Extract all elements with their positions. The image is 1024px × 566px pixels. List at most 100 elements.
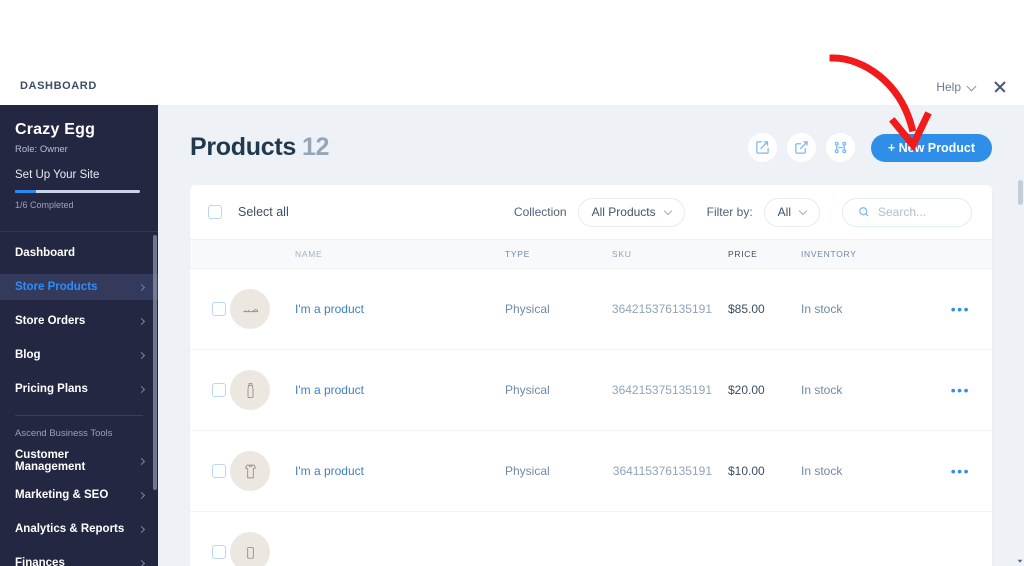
sidebar-item-label: Store Orders (15, 315, 86, 327)
sidebar-item-label: Pricing Plans (15, 383, 88, 395)
sidebar-scrollbar[interactable] (153, 235, 157, 490)
product-sku: 364215375135191 (611, 383, 712, 397)
product-inventory: In stock (801, 383, 843, 397)
sidebar-item-blog[interactable]: Blog (0, 342, 158, 368)
export-icon[interactable] (786, 133, 816, 162)
sidebar-item-marketing-seo[interactable]: Marketing & SEO (0, 482, 158, 508)
product-price: $20.00 (728, 383, 765, 397)
filters-bar: Select all Collection All Products Filte… (190, 185, 992, 239)
sidebar-item-customer-management[interactable]: Customer Management (0, 448, 158, 474)
setup-progress-fill (15, 190, 37, 193)
filter-by-dropdown[interactable]: All (763, 197, 820, 227)
chevron-right-icon (138, 457, 146, 465)
sidebar-section-title: Ascend Business Tools (15, 428, 113, 439)
product-sku: 364215376135191 (611, 302, 712, 316)
sidebar-item-label: Customer Management (15, 449, 86, 473)
page-scrollbar-thumb[interactable] (1018, 180, 1023, 205)
sidebar-item-label: Blog (15, 349, 41, 361)
close-icon[interactable] (992, 79, 1008, 95)
sidebar: Crazy Egg Role: Owner Set Up Your Site 1… (0, 105, 158, 566)
products-card: Select all Collection All Products Filte… (190, 185, 992, 566)
product-name[interactable]: I'm a product (295, 464, 505, 478)
shoe-icon (242, 308, 258, 312)
top-bar: DASHBOARD Help (0, 0, 1024, 105)
sidebar-item-store-products[interactable]: Store Products (0, 274, 158, 300)
column-header-type: TYPE (505, 249, 531, 259)
table-row[interactable]: I'm a product Physical 364215376135191 $… (190, 269, 992, 350)
page-scrollbar-track[interactable] (1017, 178, 1024, 566)
collection-label: Collection (513, 205, 567, 219)
product-price: $10.00 (728, 464, 765, 478)
column-header-name: NAME (295, 249, 323, 259)
setup-site-link[interactable]: Set Up Your Site (15, 169, 143, 181)
search-icon (859, 207, 869, 217)
connect-icon[interactable] (825, 133, 855, 162)
chevron-right-icon (137, 525, 146, 533)
chevron-right-icon (137, 351, 146, 359)
column-header-inventory: INVENTORY (801, 249, 857, 259)
sidebar-item-label: Marketing & SEO (15, 489, 109, 501)
table-row[interactable]: I'm a product Physical 364215375135191 $… (190, 350, 992, 431)
brand-name: Crazy Egg (15, 121, 96, 138)
chevron-right-icon (137, 385, 146, 393)
filter-by-label: Filter by: (706, 205, 753, 219)
product-type: Physical (505, 464, 550, 478)
chevron-right-icon (137, 283, 146, 291)
sidebar-nav: Dashboard Store Products Store Orders Bl… (0, 232, 158, 566)
search-input[interactable] (878, 205, 956, 219)
sidebar-item-dashboard[interactable]: Dashboard (0, 240, 158, 266)
product-type: Physical (505, 383, 550, 397)
sidebar-item-store-orders[interactable]: Store Orders (0, 308, 158, 334)
product-inventory: In stock (801, 302, 843, 316)
row-checkbox[interactable] (212, 383, 226, 397)
more-options-icon[interactable]: ••• (951, 301, 970, 317)
scroll-down-arrow-icon[interactable] (1017, 558, 1023, 564)
table-row[interactable]: I'm a product Physical 364115376135191 $… (190, 431, 992, 512)
sidebar-item-analytics-reports[interactable]: Analytics & Reports (0, 516, 158, 542)
column-header-price: PRICE (728, 249, 758, 259)
sidebar-header: Crazy Egg Role: Owner Set Up Your Site 1… (0, 105, 158, 220)
product-inventory: In stock (801, 464, 843, 478)
dashboard-page: DASHBOARD Help Crazy Egg Role: Owner Set… (0, 0, 1024, 566)
sidebar-section-divider (15, 415, 143, 416)
row-checkbox[interactable] (212, 302, 226, 316)
product-type: Physical (505, 302, 550, 316)
sidebar-item-finances[interactable]: Finances (0, 550, 158, 566)
product-thumbnail (230, 370, 270, 410)
table-row[interactable] (190, 512, 992, 566)
sidebar-item-label: Dashboard (15, 247, 76, 259)
import-icon[interactable] (747, 133, 777, 162)
bottle-icon (247, 382, 253, 398)
select-all-label[interactable]: Select all (238, 205, 289, 219)
filter-controls: Collection All Products Filter by: All (513, 197, 972, 227)
chevron-down-icon (663, 206, 672, 215)
sidebar-item-label: Analytics & Reports (15, 523, 125, 535)
product-thumbnail (230, 289, 270, 329)
sidebar-item-pricing-plans[interactable]: Pricing Plans (0, 376, 158, 402)
product-name[interactable]: I'm a product (295, 302, 505, 316)
page-title-text: Products (190, 133, 296, 161)
new-product-button[interactable]: + New Product (870, 133, 992, 162)
row-checkbox[interactable] (212, 464, 226, 478)
collection-dropdown[interactable]: All Products (577, 197, 685, 227)
sidebar-item-label: Store Products (15, 281, 98, 293)
help-label[interactable]: Help (936, 80, 961, 94)
product-name[interactable]: I'm a product (295, 383, 505, 397)
product-thumbnail (230, 532, 270, 566)
more-options-icon[interactable]: ••• (951, 382, 970, 398)
chevron-down-icon[interactable] (968, 83, 977, 92)
top-bar-actions: Help (936, 79, 1008, 95)
header-actions: + New Product (747, 133, 992, 162)
user-role: Role: Owner (15, 144, 68, 155)
select-all-checkbox[interactable] (208, 205, 222, 219)
page-header: Products 12 + New Product (158, 105, 1024, 162)
setup-progress-text: 1/6 Completed (15, 200, 74, 210)
chevron-right-icon (137, 491, 146, 499)
chevron-down-icon (798, 206, 808, 215)
collection-value: All Products (591, 205, 656, 219)
more-options-icon[interactable]: ••• (951, 463, 970, 479)
chevron-right-icon (137, 559, 146, 566)
row-checkbox[interactable] (212, 545, 226, 559)
main-content: Products 12 + New Product Select all Col… (158, 105, 1024, 566)
search-box[interactable] (842, 197, 972, 227)
